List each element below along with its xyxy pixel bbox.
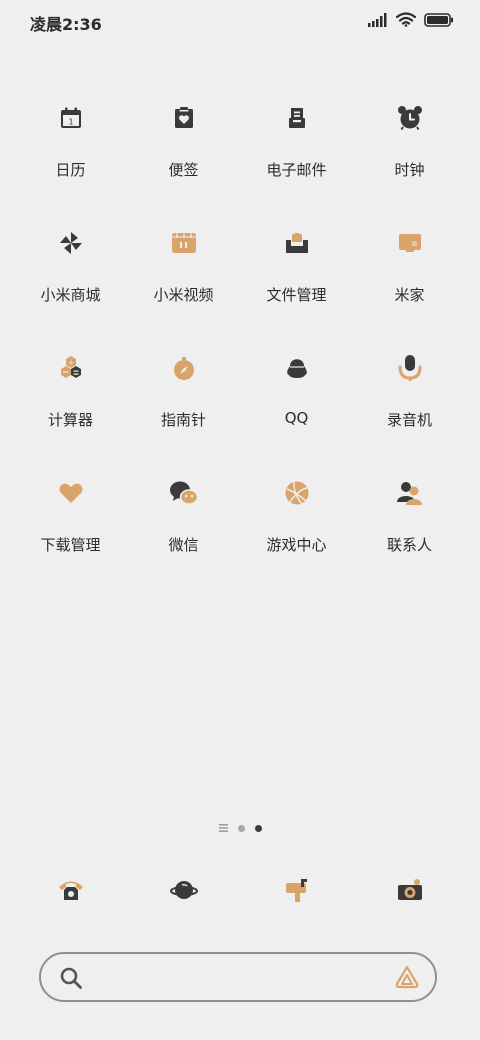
app-email[interactable]: 电子邮件 [240, 92, 353, 217]
camera-icon [396, 878, 424, 906]
ball-icon [271, 467, 323, 519]
dock-messages[interactable] [240, 866, 353, 918]
phone-icon [58, 878, 84, 906]
app-label: 文件管理 [266, 286, 327, 304]
search-input[interactable] [111, 964, 355, 992]
dock [14, 866, 466, 918]
calendar-icon: 1 [45, 92, 97, 144]
app-file-manager[interactable]: 文件管理 [240, 217, 353, 342]
status-time: 凌晨2:36 [30, 15, 102, 34]
calendar-icon-day: 1 [68, 118, 73, 127]
app-label: 录音机 [386, 411, 432, 429]
mail-icon [271, 92, 323, 144]
battery-icon [424, 12, 454, 27]
alarm-clock-icon [384, 92, 436, 144]
app-clock[interactable]: 时钟 [353, 92, 466, 217]
app-label: 时钟 [394, 161, 425, 179]
app-compass[interactable]: 指南针 [127, 342, 240, 467]
status-bar: 凌晨2:36 [0, 0, 480, 42]
pinwheel-icon [45, 217, 97, 269]
video-icon [158, 217, 210, 269]
app-notes[interactable]: 便签 [127, 92, 240, 217]
calculator-icon: + [45, 342, 97, 394]
app-download-manager[interactable]: 下载管理 [14, 467, 127, 592]
wifi-icon [396, 12, 416, 27]
dock-phone[interactable] [14, 866, 127, 918]
search-bar[interactable] [39, 952, 437, 1002]
svg-text:+: + [68, 359, 74, 367]
app-qq[interactable]: QQ [240, 342, 353, 467]
app-label: 小米视频 [153, 286, 214, 304]
search-icon[interactable] [59, 966, 83, 990]
page-indicator[interactable] [0, 824, 480, 832]
assistant-icon[interactable] [393, 964, 421, 990]
app-label: 下载管理 [40, 536, 101, 554]
menu-lines-icon [218, 824, 228, 832]
app-label: 联系人 [386, 536, 432, 554]
app-game-center[interactable]: 游戏中心 [240, 467, 353, 592]
app-label: 小米商城 [40, 286, 101, 304]
app-label: 米家 [394, 286, 425, 304]
app-wechat[interactable]: 微信 [127, 467, 240, 592]
contacts-icon [384, 467, 436, 519]
page-dot [237, 824, 245, 832]
app-label: QQ [284, 409, 309, 427]
app-calculator[interactable]: + 计算器 [14, 342, 127, 467]
app-label: 便签 [168, 161, 199, 179]
app-label: 计算器 [47, 411, 93, 429]
microphone-icon [384, 342, 436, 394]
app-calendar[interactable]: 1 日历 [14, 92, 127, 217]
app-label: 指南针 [160, 411, 206, 429]
penguin-icon [271, 342, 323, 394]
page-dot-active [254, 824, 262, 832]
app-mi-video[interactable]: 小米视频 [127, 217, 240, 342]
signal-icon [368, 12, 388, 27]
app-label: 日历 [55, 161, 86, 179]
app-label: 电子邮件 [266, 161, 327, 179]
notes-icon [158, 92, 210, 144]
heart-icon [45, 467, 97, 519]
planet-icon [169, 878, 198, 906]
mailbox-icon [284, 877, 310, 907]
status-icons [368, 12, 454, 27]
tv-icon [384, 217, 436, 269]
app-label: 游戏中心 [266, 536, 327, 554]
app-recorder[interactable]: 录音机 [353, 342, 466, 467]
app-grid: 1 日历 便签 电子邮件 时钟 小米商城 小米视频 文件管理 米家 + 计算器 … [14, 92, 466, 592]
app-label: 微信 [168, 536, 199, 554]
dock-camera[interactable] [353, 866, 466, 918]
compass-icon [158, 342, 210, 394]
file-manager-icon [271, 217, 323, 269]
dock-browser[interactable] [127, 866, 240, 918]
app-contacts[interactable]: 联系人 [353, 467, 466, 592]
wechat-icon [158, 467, 210, 519]
app-mijia[interactable]: 米家 [353, 217, 466, 342]
app-mi-store[interactable]: 小米商城 [14, 217, 127, 342]
